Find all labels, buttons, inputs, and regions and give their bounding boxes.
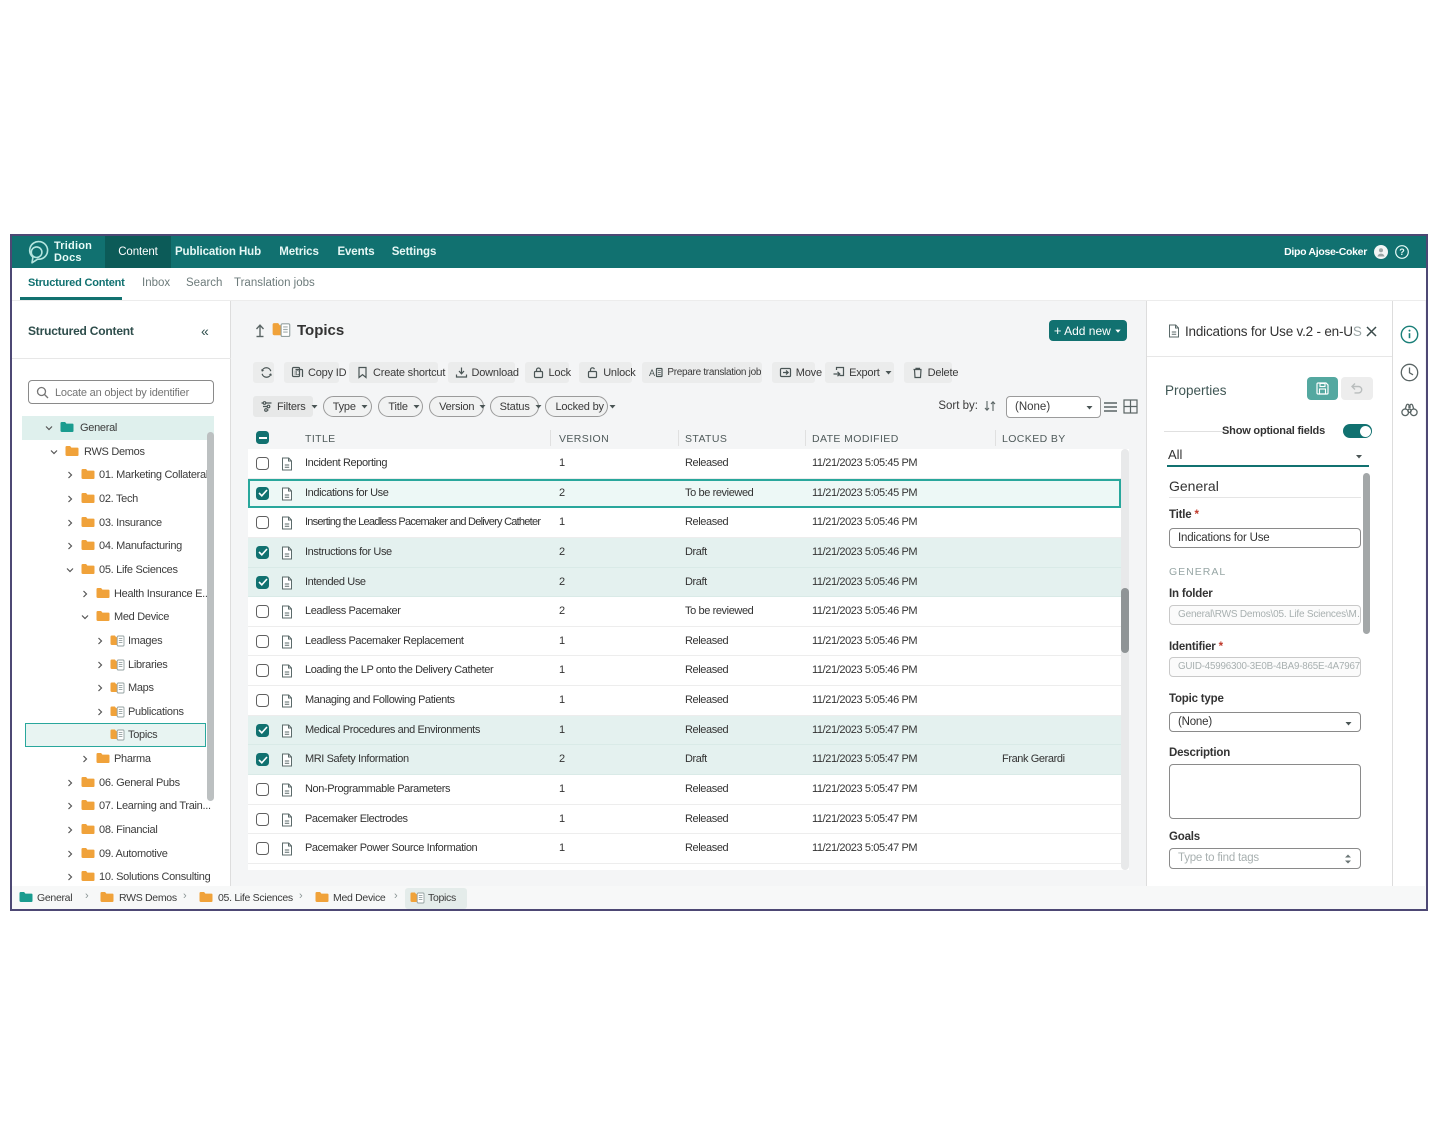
svg-text:?: ? [1399,247,1405,257]
svg-text:A: A [649,368,655,378]
svg-text:ID: ID [294,371,300,377]
